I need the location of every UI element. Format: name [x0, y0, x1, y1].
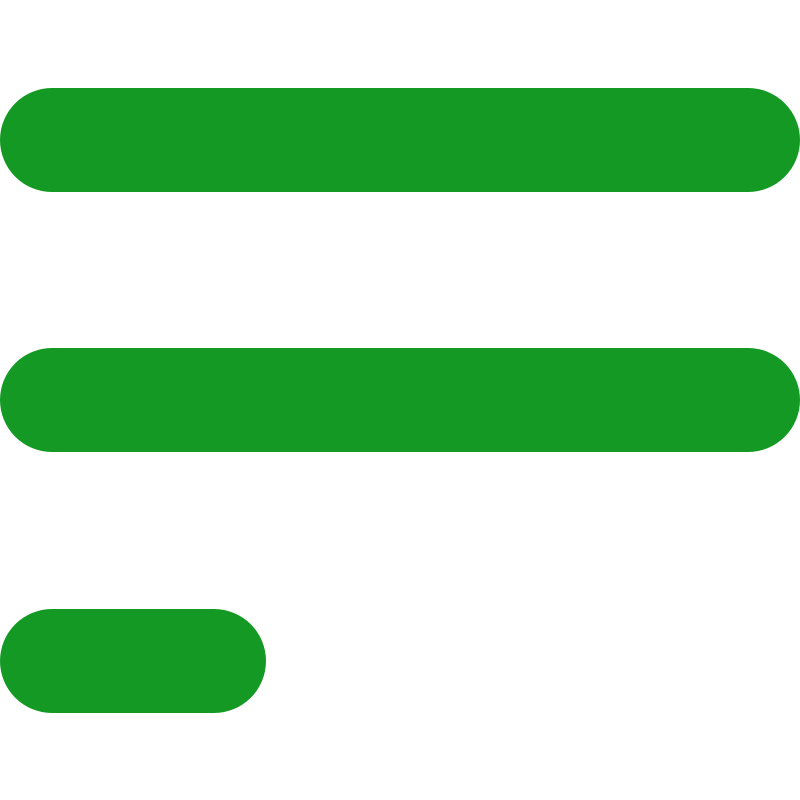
menu-left-icon[interactable]: [0, 0, 800, 800]
menu-bar-bottom-short: [0, 609, 266, 713]
menu-bar-middle: [0, 348, 800, 452]
menu-bar-top: [0, 88, 800, 192]
icon-canvas: [0, 0, 800, 800]
